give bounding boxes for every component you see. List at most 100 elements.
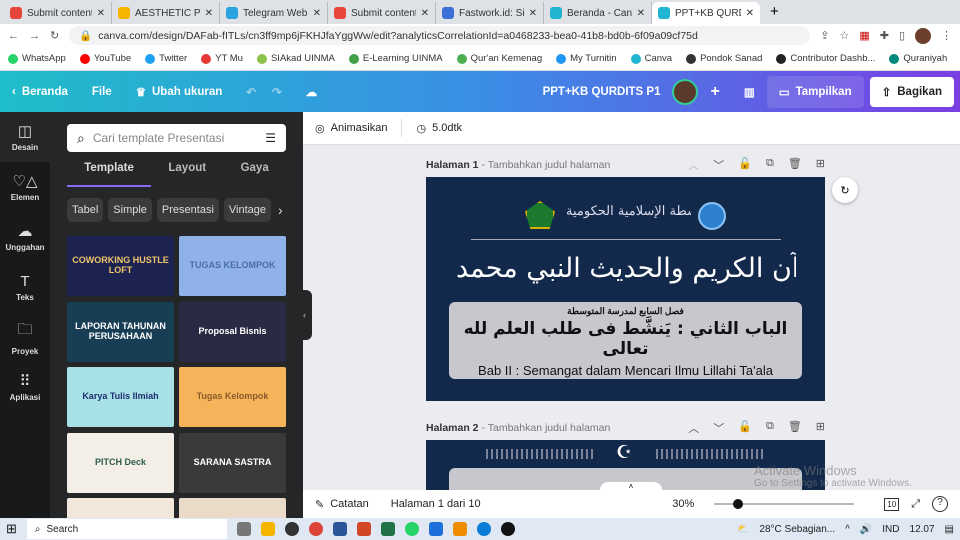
move-down-icon[interactable]: ﹀ [713,420,724,436]
bookmark-item[interactable]: Qur'an Kemenag [456,53,542,64]
fullscreen-icon[interactable]: ⤢ [911,498,920,511]
chip-simple[interactable]: Simple [108,198,152,222]
duration-button[interactable]: ◷ 5.0dtk [416,122,462,135]
bookmark-item[interactable]: Pondok Sanad [686,53,762,64]
browser-tab[interactable]: Submit content ✕ [328,2,436,24]
close-icon[interactable]: ✕ [746,8,754,19]
notifications-icon[interactable]: ▤ [945,524,954,535]
close-icon[interactable]: ✕ [421,8,429,19]
bookmark-item[interactable]: E-Learning UINMA [348,53,443,64]
vlc-icon[interactable] [452,522,467,536]
add-page-title[interactable]: - Tambahkan judul halaman [482,422,611,434]
add-page-icon[interactable]: ⊞ [816,157,825,173]
profile-avatar[interactable] [915,27,931,44]
language-indicator[interactable]: IND [882,524,899,535]
powerpoint-icon[interactable] [356,522,371,536]
resize-button[interactable]: ♛ Ubah ukuran [124,85,235,99]
reload-icon[interactable]: ↻ [50,29,59,42]
rail-item-elemen[interactable]: ♡△ Elemen [0,162,50,212]
close-icon[interactable]: ✕ [97,8,105,19]
sidepanel-icon[interactable]: ▯ [899,29,905,42]
present-button[interactable]: ▭ Tampilkan [766,75,864,108]
app-icon[interactable] [428,522,443,536]
close-icon[interactable]: ✕ [313,8,321,19]
rail-item-proyek[interactable]: 🗀 Proyek [0,312,50,362]
add-page-icon[interactable]: ⊞ [816,420,825,436]
chrome-icon[interactable] [308,522,323,536]
tiktok-icon[interactable] [500,522,515,536]
template-search-input[interactable]: ⌕ Cari template Presentasi ☰ [67,124,286,152]
forward-icon[interactable]: → [29,30,40,42]
add-collaborator-button[interactable]: + [698,83,731,101]
taskbar-search[interactable]: ⌕ Search [26,519,227,539]
star-icon[interactable]: ☆ [839,29,849,42]
word-icon[interactable] [332,522,347,536]
bookmark-item[interactable]: WhatsApp [8,53,66,64]
volume-icon[interactable]: 🔊 [860,524,872,535]
chip-vintage[interactable]: Vintage [223,198,272,222]
chip-tabel[interactable]: Tabel [67,198,104,222]
move-down-icon[interactable]: ﹀ [713,157,724,173]
page-title[interactable]: Halaman 2 [426,422,479,434]
filter-icon[interactable]: ☰ [265,131,276,145]
tab-gaya[interactable]: Gaya [241,162,269,174]
bookmark-item[interactable]: My Turnitin [556,53,617,64]
page-title[interactable]: Halaman 1 [426,159,479,171]
browser-tab[interactable]: PPT+KB QURDITS P1 ✕ [652,2,760,24]
extension-icon[interactable]: ▦ [859,29,869,42]
browser-tab[interactable]: Beranda - Canva ✕ [544,2,652,24]
file-explorer-icon[interactable] [260,522,275,536]
rail-item-aplikasi[interactable]: ⠿ Aplikasi [0,362,50,412]
rail-item-unggahan[interactable]: ☁ Unggahan [0,212,50,262]
notes-button[interactable]: ✎ Catatan [315,498,369,511]
url-input[interactable]: 🔒 canva.com/design/DAFab-fITLs/cn3ff9mp6j… [69,26,811,45]
browser-tab[interactable]: Fastwork.id: Situs ✕ [436,2,544,24]
design-title[interactable]: PPT+KB QURDITS P1 [543,86,661,98]
move-up-icon[interactable]: ︿ [688,420,699,436]
trash-icon[interactable]: 🗑 [788,157,802,173]
close-icon[interactable]: ✕ [637,8,645,19]
zoom-slider[interactable] [714,499,855,509]
add-page-title[interactable]: - Tambahkan judul halaman [482,159,611,171]
file-menu[interactable]: File [80,86,124,98]
bookmark-item[interactable]: Twitter [145,53,187,64]
rail-item-teks[interactable]: T Teks [0,262,50,312]
windows-start-icon[interactable]: ⊞ [6,521,17,537]
cloud-saved-icon[interactable]: ☁ [306,85,318,99]
refresh-icon[interactable]: ↻ [832,177,858,203]
task-view-icon[interactable] [236,522,251,536]
menu-icon[interactable]: ⋮ [941,29,952,42]
template-thumbnail[interactable]: SARANA SASTRA [179,432,286,493]
template-thumbnail[interactable]: COWORKING HUSTLE LOFT [67,236,174,296]
template-thumbnail[interactable]: Proposal Bisnis [179,301,286,362]
new-tab-icon[interactable]: + [760,3,789,24]
bookmark-item[interactable]: Quraniyah [889,53,947,64]
tab-template[interactable]: Template [84,162,134,174]
animate-button[interactable]: ◎ Animasikan [315,122,387,135]
duplicate-icon[interactable]: ⧉ [766,420,774,436]
slide-1[interactable]: المتوسطة الإسلامية الحكومية الدراسات الع… [426,177,825,401]
bookmark-item[interactable]: Canva [630,53,672,64]
browser-tab[interactable]: AESTHETIC POSTER ✕ [112,2,220,24]
trash-icon[interactable]: 🗑 [788,420,802,436]
tray-chevron-icon[interactable]: ^ [845,524,850,535]
undo-icon[interactable]: ↶ [246,85,256,99]
help-icon[interactable]: ? [932,496,948,512]
browser-tab[interactable]: Telegram Web ✕ [220,2,328,24]
share-button[interactable]: ⇧ Bagikan [869,76,954,107]
lock-icon[interactable]: 🔓 [738,157,752,173]
bookmark-item[interactable]: YT Mu [201,53,243,64]
bookmark-item[interactable]: YouTube [79,53,131,64]
rail-item-desain[interactable]: ◫ Desain [0,112,50,162]
template-thumbnail[interactable] [179,498,286,518]
template-thumbnail[interactable] [67,498,174,518]
template-thumbnail[interactable]: Tugas Kelompok [179,367,286,427]
tab-layout[interactable]: Layout [168,162,206,174]
chevron-right-icon[interactable]: › [278,202,283,218]
collapse-panel-handle[interactable]: ‹ [303,290,312,340]
grid-view-button[interactable]: 10 [884,497,900,511]
weather-text[interactable]: 28°C Sebagian... [759,524,835,535]
close-icon[interactable]: ✕ [205,8,213,19]
close-icon[interactable]: ✕ [529,8,537,19]
excel-icon[interactable] [380,522,395,536]
